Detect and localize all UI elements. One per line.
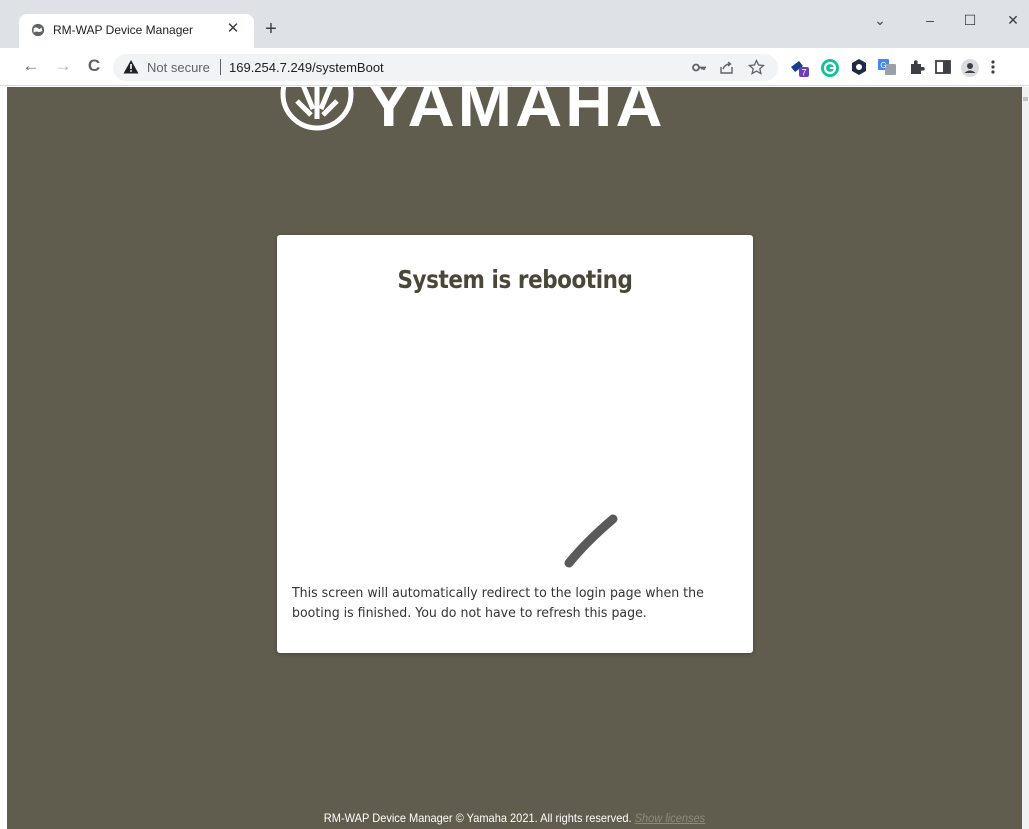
address-separator [220,59,221,75]
minimize-button[interactable]: – [920,10,940,30]
show-licenses-link[interactable]: Show licenses [635,811,706,825]
warning-icon[interactable] [123,59,139,75]
tab-search-icon[interactable]: ⌄ [870,10,890,30]
yamaha-logo-text: YAMAHA [367,87,666,140]
reboot-card: System is rebooting This screen will aut… [277,235,753,653]
side-panel-icon[interactable] [934,58,952,76]
tab-title: RM-WAP Device Manager [53,23,194,37]
back-button[interactable]: ← [20,55,42,77]
browser-tab[interactable]: RM-WAP Device Manager ✕ [19,14,254,48]
svg-text:G: G [880,61,886,70]
globe-icon [31,23,45,37]
hexagon-extension-icon[interactable] [850,58,868,76]
yamaha-emblem-icon [280,87,354,131]
maximize-button[interactable]: ☐ [960,10,980,30]
profile-avatar-icon[interactable] [960,58,979,77]
browser-title-bar: RM-WAP Device Manager ✕ + ⌄ – ☐ ✕ [0,0,1029,48]
copyright-text: RM-WAP Device Manager © Yamaha 2021. All… [323,811,632,825]
page-viewport: YAMAHA System is rebooting This screen w… [7,87,1022,829]
url-text[interactable]: 169.254.7.249/systemBoot [229,60,384,75]
page-footer: RM-WAP Device Manager © Yamaha 2021. All… [48,811,982,825]
loading-spinner-icon [564,514,618,568]
forward-button[interactable]: → [52,55,74,77]
browser-toolbar: ← → C Not secure 169.254.7.249/systemBoo… [0,48,1029,86]
translate-icon[interactable]: G [877,58,896,76]
key-icon[interactable] [691,59,708,76]
page-scrollbar[interactable] [1022,87,1029,829]
card-title: System is rebooting [397,265,633,294]
security-status[interactable]: Not secure [147,60,210,75]
puzzle-extensions-icon[interactable] [908,58,926,76]
redirect-message: This screen will automatically redirect … [292,585,704,621]
grammarly-icon[interactable] [820,58,839,77]
close-icon[interactable]: ✕ [224,20,242,38]
kebab-menu-icon[interactable] [989,58,997,76]
address-bar[interactable]: Not secure 169.254.7.249/systemBoot [113,54,778,81]
scrollbar-thumb[interactable] [1023,97,1028,101]
star-icon[interactable] [747,58,766,76]
reload-button[interactable]: C [83,55,105,77]
window-close-button[interactable]: ✕ [1003,10,1023,30]
extension-badge-icon[interactable]: 7 [790,58,809,78]
new-tab-button[interactable]: + [261,19,281,39]
extension-badge-count: 7 [801,68,806,78]
share-icon[interactable] [718,59,735,76]
